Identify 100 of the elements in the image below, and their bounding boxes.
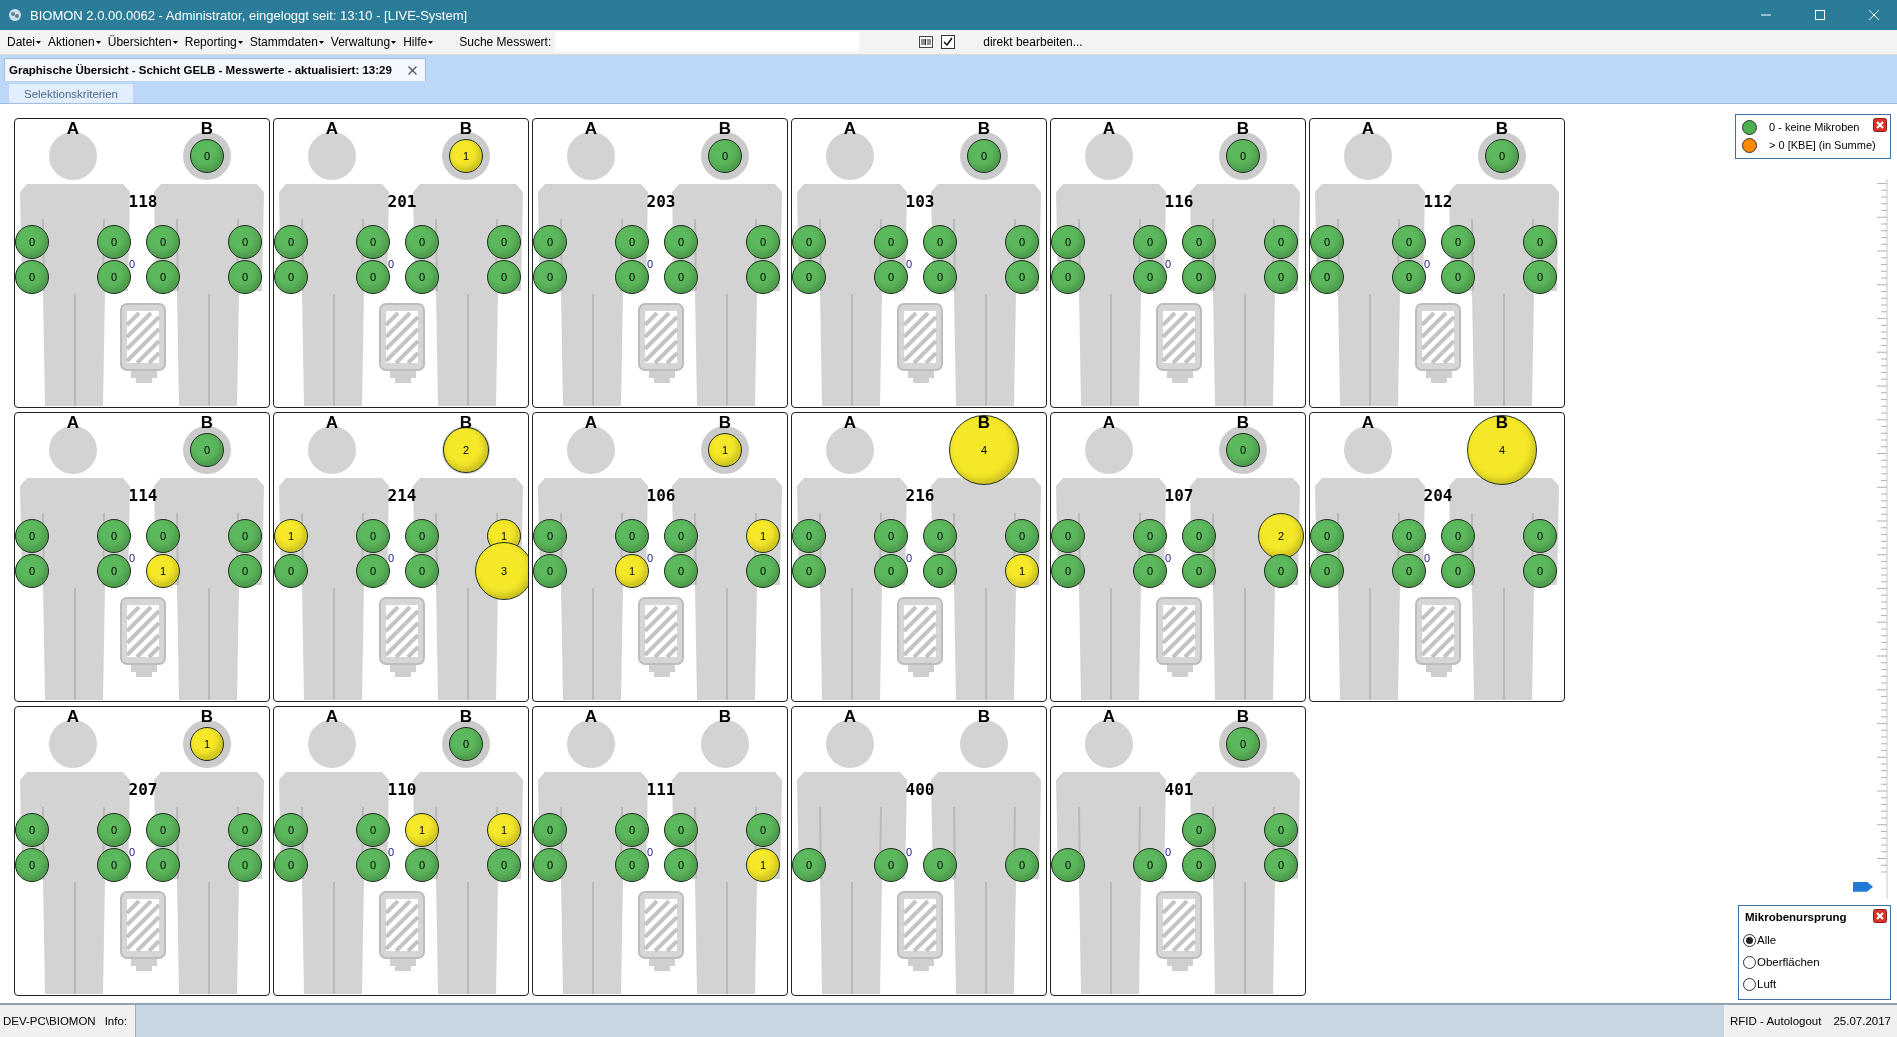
legend-label: > 0 [KBE] (in Summe) bbox=[1769, 139, 1876, 151]
count-marker: 0 bbox=[1051, 260, 1085, 294]
count-marker: 0 bbox=[1441, 260, 1475, 294]
room-number: 118 bbox=[128, 191, 158, 211]
center-count: 0 bbox=[905, 846, 913, 858]
radio-option[interactable]: Oberflächen bbox=[1743, 951, 1820, 973]
radio-button[interactable] bbox=[1743, 955, 1756, 969]
person-label: B bbox=[718, 413, 732, 433]
menu-item[interactable]: Datei bbox=[4, 35, 45, 49]
person-label: A bbox=[66, 119, 80, 139]
center-count: 0 bbox=[646, 552, 654, 564]
center-count: 0 bbox=[905, 258, 913, 270]
person-label: B bbox=[977, 413, 991, 433]
person-label: B bbox=[1495, 119, 1509, 139]
person-label: A bbox=[66, 413, 80, 433]
count-marker: 0 bbox=[146, 813, 180, 847]
window-title: BIOMON 2.0.00.0062 - Administrator, eingeloggt seit: 13:10 - [LIVE-System] bbox=[30, 7, 469, 23]
count-marker: 0 bbox=[533, 848, 567, 882]
count-marker: 1 bbox=[274, 519, 308, 553]
room-number: 400 bbox=[905, 779, 935, 799]
document-tab[interactable]: Graphische Übersicht - Schicht GELB - Messwerte - aktualisiert: 13:29 bbox=[4, 58, 426, 81]
count-marker: 2 bbox=[443, 427, 489, 473]
person-label: A bbox=[584, 413, 598, 433]
edit-checkbox[interactable] bbox=[941, 35, 956, 49]
center-count: 0 bbox=[387, 846, 395, 858]
user-label: DEV-PC\BIOMON bbox=[2, 1015, 97, 1027]
caret-icon bbox=[391, 40, 397, 44]
room-number: 116 bbox=[1164, 191, 1194, 211]
center-count: 0 bbox=[128, 552, 136, 564]
sub-tab[interactable]: Selektionskriterien bbox=[9, 84, 133, 103]
legend-label: 0 - keine Mikroben bbox=[1769, 121, 1860, 133]
count-marker: 0 bbox=[274, 848, 308, 882]
count-marker: 1 bbox=[146, 554, 180, 588]
count-marker: 0 bbox=[664, 519, 698, 553]
center-count: 0 bbox=[387, 552, 395, 564]
count-marker: 0 bbox=[405, 848, 439, 882]
person-label: A bbox=[66, 707, 80, 727]
person-label: B bbox=[977, 707, 991, 727]
count-marker: 0 bbox=[533, 813, 567, 847]
menu-item[interactable]: Aktionen bbox=[45, 35, 105, 49]
person-label: B bbox=[1236, 707, 1250, 727]
bag-icon bbox=[1155, 302, 1203, 386]
count-marker: 0 bbox=[274, 813, 308, 847]
count-marker: 0 bbox=[146, 225, 180, 259]
radio-button[interactable] bbox=[1743, 933, 1756, 947]
room-number: 114 bbox=[128, 485, 158, 505]
menu-item[interactable]: Reporting bbox=[181, 35, 247, 49]
bag-icon bbox=[119, 890, 167, 974]
bag-icon bbox=[378, 890, 426, 974]
count-marker: 0 bbox=[923, 554, 957, 588]
menu-item[interactable]: Hilfe bbox=[400, 35, 438, 49]
count-marker: 0 bbox=[792, 848, 826, 882]
bag-icon bbox=[637, 302, 685, 386]
scale-slider[interactable] bbox=[1851, 179, 1891, 899]
bag-icon bbox=[637, 890, 685, 974]
radio-option[interactable]: Luft bbox=[1743, 973, 1777, 995]
menu-item[interactable]: Stammdaten bbox=[246, 35, 328, 49]
bag-icon bbox=[896, 302, 944, 386]
count-marker: 0 bbox=[664, 554, 698, 588]
caret-icon bbox=[428, 40, 434, 44]
count-marker: 0 bbox=[533, 225, 567, 259]
count-marker: 0 bbox=[405, 260, 439, 294]
bag-icon bbox=[1414, 302, 1462, 386]
close-icon[interactable] bbox=[1873, 909, 1887, 923]
slider-thumb[interactable] bbox=[1853, 881, 1873, 892]
count-marker: 0 bbox=[923, 848, 957, 882]
count-marker: 0 bbox=[405, 225, 439, 259]
room-number: 203 bbox=[646, 191, 676, 211]
caret-icon bbox=[36, 40, 41, 44]
count-marker: 0 bbox=[664, 225, 698, 259]
close-icon[interactable] bbox=[407, 65, 417, 75]
count-marker: 0 bbox=[1310, 554, 1344, 588]
count-marker: 0 bbox=[15, 848, 49, 882]
radio-button[interactable] bbox=[1743, 977, 1756, 991]
center-count: 0 bbox=[1164, 552, 1172, 564]
person-label: A bbox=[584, 707, 598, 727]
count-marker: 0 bbox=[1310, 225, 1344, 259]
room-number: 111 bbox=[646, 779, 676, 799]
person-label: A bbox=[1102, 119, 1116, 139]
room-number: 204 bbox=[1423, 485, 1453, 505]
menu-item[interactable]: Übersichten bbox=[104, 35, 182, 49]
center-count: 0 bbox=[387, 258, 395, 270]
close-icon[interactable] bbox=[1873, 118, 1887, 132]
menu-item[interactable]: Verwaltung bbox=[327, 35, 401, 49]
barcode-icon[interactable] bbox=[919, 35, 934, 49]
count-marker: 0 bbox=[1182, 260, 1216, 294]
center-count: 0 bbox=[128, 846, 136, 858]
caret-icon bbox=[172, 40, 178, 44]
center-count: 0 bbox=[1164, 846, 1172, 858]
bag-icon bbox=[378, 302, 426, 386]
bag-icon bbox=[1414, 596, 1462, 680]
center-count: 0 bbox=[1164, 258, 1172, 270]
person-label: B bbox=[459, 707, 473, 727]
count-marker: 0 bbox=[146, 519, 180, 553]
person-label: A bbox=[325, 413, 339, 433]
radio-option[interactable]: Alle bbox=[1743, 929, 1777, 951]
center-count: 0 bbox=[1423, 552, 1431, 564]
check-icon bbox=[943, 37, 954, 47]
caret-icon bbox=[318, 40, 324, 44]
count-marker: 0 bbox=[1051, 554, 1085, 588]
